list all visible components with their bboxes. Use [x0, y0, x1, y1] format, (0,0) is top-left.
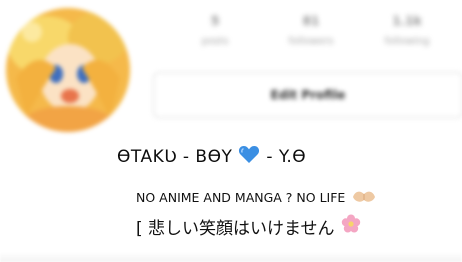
display-name-left: ϴTAKƲ - BϴY [117, 147, 233, 167]
stat-following-count: 1.1k [392, 14, 422, 28]
stat-followers[interactable]: 81 followers [266, 14, 356, 47]
stat-posts-count: 5 [210, 14, 220, 28]
profile-stats: 5 posts 81 followers 1.1k following [170, 14, 452, 47]
display-name: ϴTAKƲ - BϴY - Y.ϴ [117, 145, 306, 169]
stat-following[interactable]: 1.1k following [362, 14, 452, 47]
anime-character-avatar-icon [6, 8, 130, 132]
stat-followers-label: followers [288, 36, 334, 47]
folded-hands-icon [351, 188, 377, 207]
profile-avatar[interactable] [6, 8, 130, 132]
next-section-edge [0, 252, 462, 262]
stat-followers-count: 81 [302, 14, 320, 28]
display-name-right: - Y.ϴ [266, 147, 307, 167]
bio-line-1-text: NO ANIME AND MANGA ? NO LIFE [136, 190, 346, 205]
cherry-blossom-icon [341, 214, 361, 239]
bio-line-2-text: [ 悲しい笑顔はいけません [136, 219, 335, 239]
stat-posts-label: posts [201, 36, 229, 47]
bio-line-2: [ 悲しい笑顔はいけません [136, 214, 361, 239]
edit-profile-label: Edit Profile [270, 88, 346, 102]
stat-following-label: following [384, 36, 430, 47]
bio-line-1: NO ANIME AND MANGA ? NO LIFE [136, 188, 377, 207]
stat-posts[interactable]: 5 posts [170, 14, 260, 47]
edit-profile-button[interactable]: Edit Profile [153, 72, 462, 118]
blue-heart-icon [238, 145, 260, 169]
